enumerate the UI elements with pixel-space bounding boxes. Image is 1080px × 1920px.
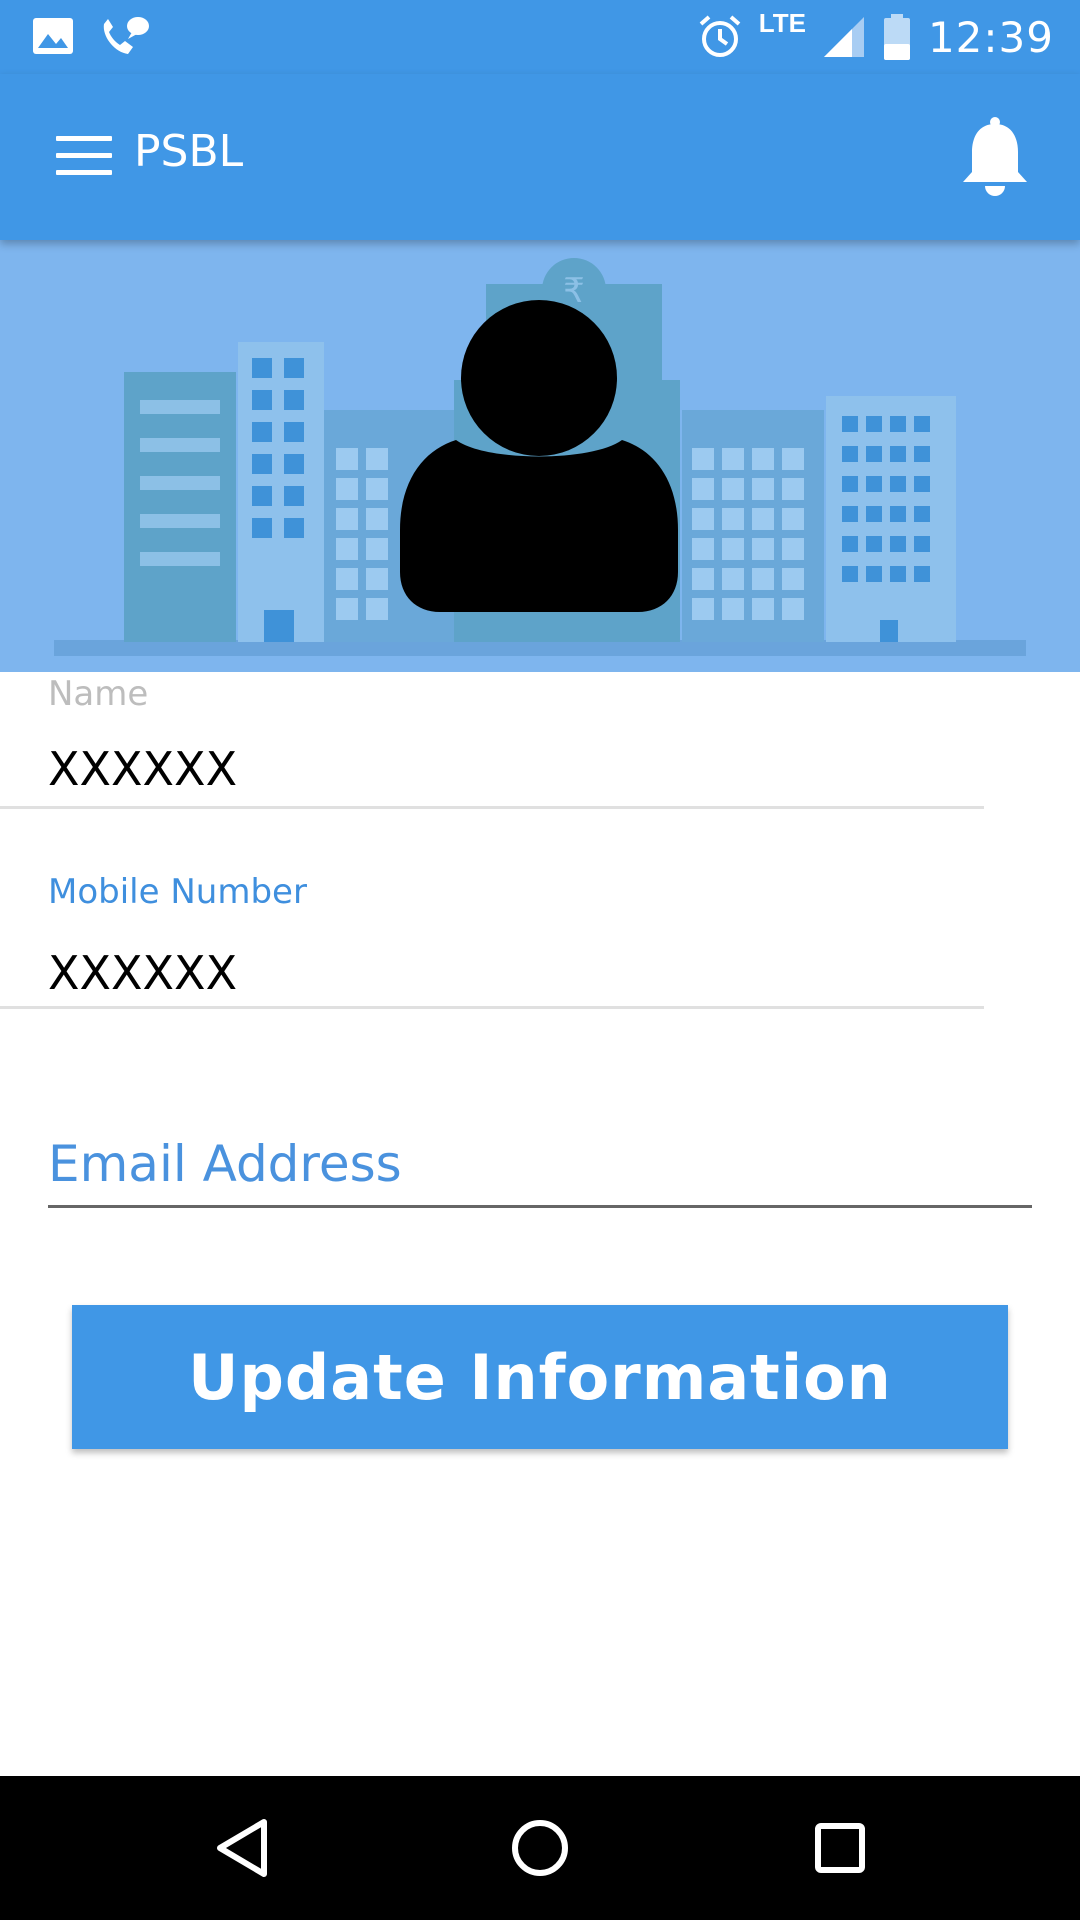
email-underline [48, 1205, 1032, 1208]
recents-icon[interactable] [804, 1812, 876, 1884]
name-underline [0, 806, 984, 809]
back-icon[interactable] [206, 1812, 278, 1884]
image-icon [33, 18, 73, 54]
alarm-icon [699, 15, 741, 57]
bell-icon[interactable] [960, 116, 1030, 198]
name-field[interactable]: XXXXXX [48, 742, 1032, 796]
navigation-bar [0, 1776, 1080, 1920]
name-label: Name [48, 674, 149, 714]
status-time: 12:39 [927, 12, 1054, 62]
update-information-button[interactable]: Update Information [72, 1305, 1008, 1449]
menu-icon[interactable] [56, 136, 112, 176]
battery-icon [883, 14, 910, 60]
signal-icon [823, 17, 864, 57]
app-title: PSBL [134, 126, 244, 177]
avatar-icon[interactable] [396, 300, 682, 612]
profile-banner: ₹ [0, 240, 1080, 672]
mobile-underline [0, 1006, 984, 1009]
email-field[interactable] [48, 1126, 1032, 1202]
wifi-call-icon [103, 17, 149, 54]
network-type: LTE [758, 7, 806, 38]
mobile-label: Mobile Number [48, 872, 307, 912]
app-bar: PSBL [0, 74, 1080, 240]
mobile-number-field[interactable]: XXXXXX [48, 946, 1032, 1000]
home-icon[interactable] [504, 1812, 576, 1884]
status-bar: LTE 12:39 [0, 0, 1080, 74]
